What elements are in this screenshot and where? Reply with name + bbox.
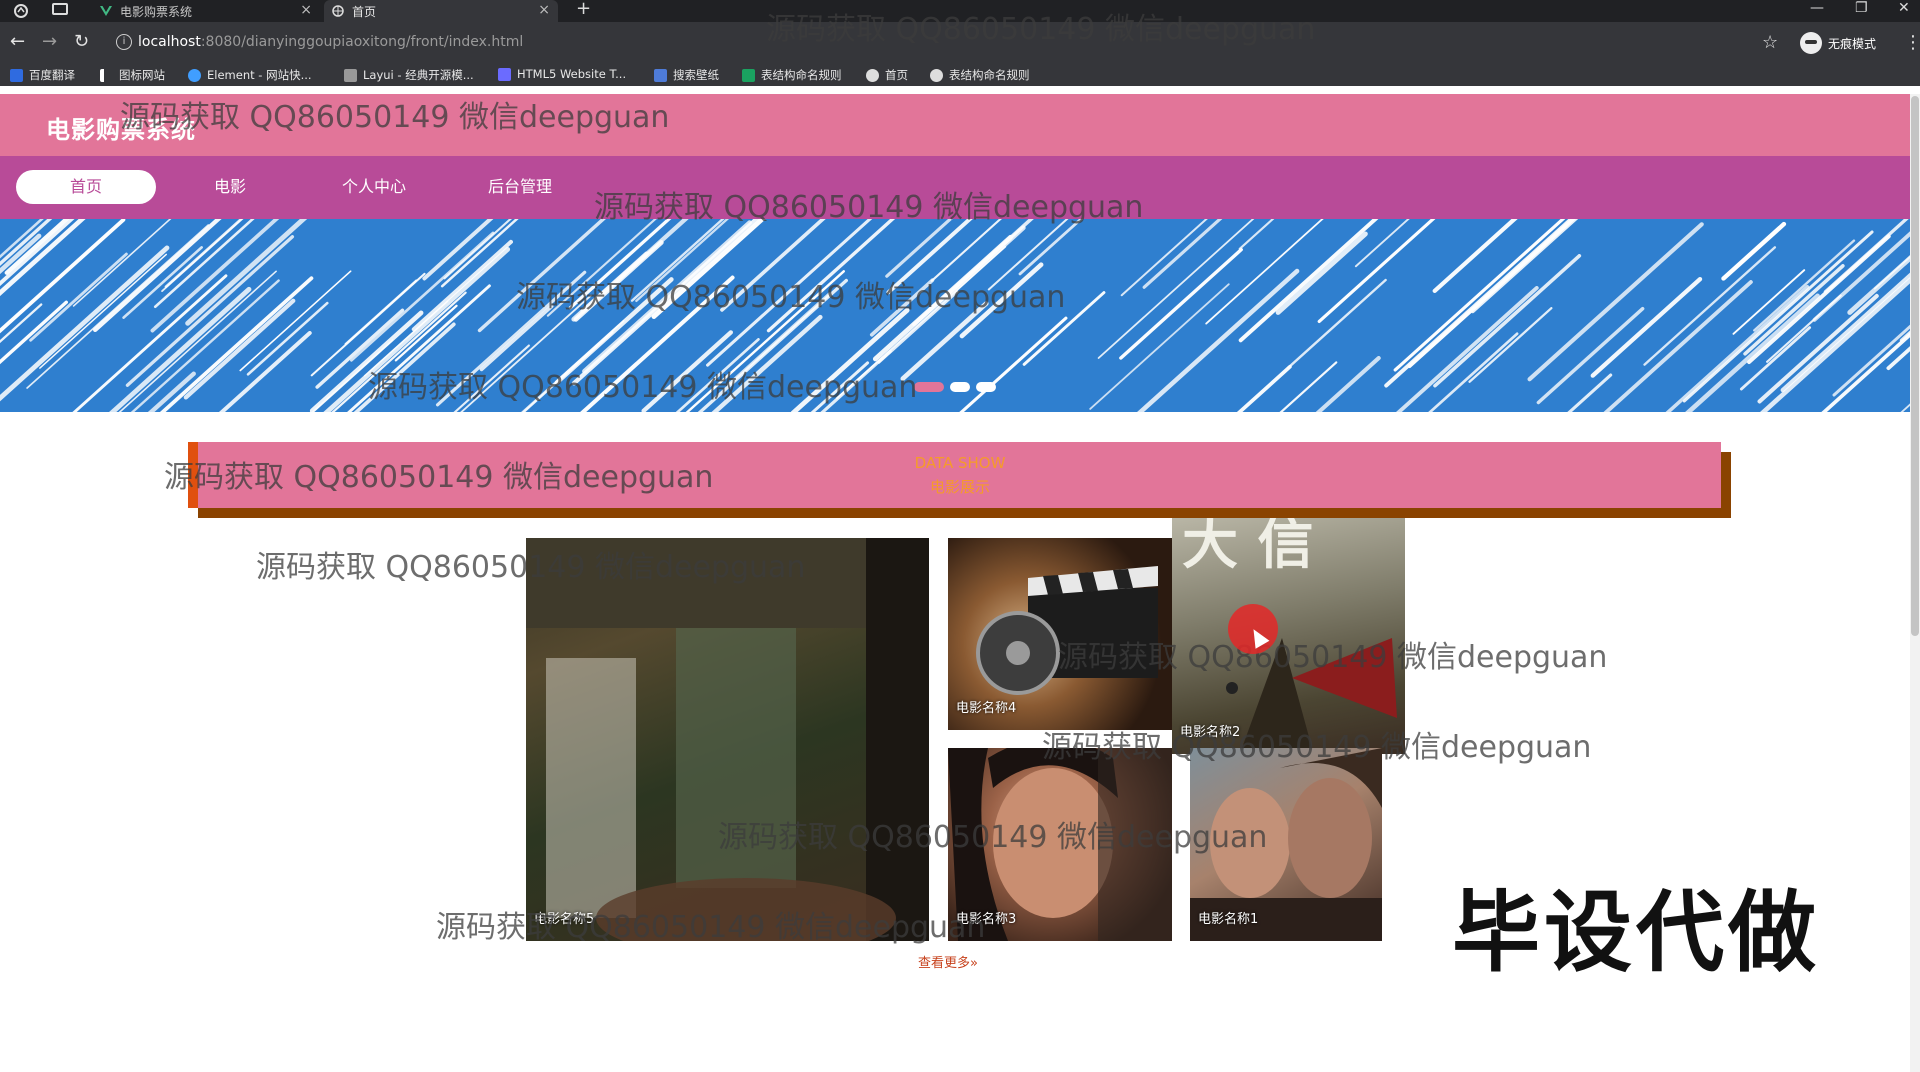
bookmark-star-icon[interactable]: ☆ xyxy=(1762,32,1778,53)
carousel-dot-3[interactable] xyxy=(976,382,996,392)
browser-tab-strip: 电影购票系统 × 首页 × + — ❐ ✕ xyxy=(0,0,1920,22)
tab-search-icon[interactable] xyxy=(14,3,28,22)
globe-icon xyxy=(332,5,344,17)
bookmark-item[interactable]: 表结构命名规则 xyxy=(930,67,1030,83)
movie-card-3[interactable]: 电影名称3 xyxy=(948,748,1172,941)
reload-icon[interactable]: ↻ xyxy=(74,32,89,52)
bookmark-item[interactable]: 搜索壁纸 xyxy=(654,67,719,83)
bookmark-item[interactable]: 百度翻译 xyxy=(10,67,75,83)
movie-poster-2: 大 信 xyxy=(1182,518,1397,748)
movie-name-4: 电影名称4 xyxy=(956,701,1017,716)
site-info-icon[interactable]: i xyxy=(116,34,132,50)
globe-icon xyxy=(930,68,943,82)
browser-toolbar: ← → ↻ i localhost:8080/dianyinggoupiaoxi… xyxy=(0,22,1920,64)
page: 电影购票系统 × 首页 × + — ❐ ✕ ← → ↻ i localhost:… xyxy=(0,0,1920,1072)
bookmark-label: 首页 xyxy=(885,68,908,82)
bookmark-label: 搜索壁纸 xyxy=(673,68,719,82)
movie-card-4[interactable]: 电影名称4 xyxy=(948,538,1172,730)
bookmark-label: 图标网站 xyxy=(119,68,165,82)
bookmark-label: 表结构命名规则 xyxy=(949,68,1030,82)
forward-icon[interactable]: → xyxy=(42,32,57,52)
incognito-label: 无痕模式 xyxy=(1828,36,1877,51)
movie-poster-5 xyxy=(526,538,929,941)
movie-name-3: 电影名称3 xyxy=(956,912,1017,927)
svg-text:大 信: 大 信 xyxy=(1182,518,1314,577)
address-bar[interactable]: localhost:8080/dianyinggoupiaoxitong/fro… xyxy=(138,34,523,50)
menu-kebab-icon[interactable]: ⋮ xyxy=(1904,32,1920,53)
promo-overlay-text: 毕设代做 xyxy=(1452,881,1821,984)
html5-icon xyxy=(498,67,511,81)
tab-folder-icon[interactable] xyxy=(52,3,68,15)
translate-icon xyxy=(10,68,23,82)
bookmarks-bar: 百度翻译 图标网站 Element - 网站快... Layui - 经典开源模… xyxy=(0,64,1920,86)
carousel-dot-1[interactable] xyxy=(914,382,944,392)
layui-icon xyxy=(344,68,357,82)
url-path: :8080/dianyinggoupiaoxitong/front/index.… xyxy=(200,34,524,50)
nav-item-movies[interactable]: 电影 xyxy=(160,170,300,204)
bookmark-item[interactable]: Element - 网站快... xyxy=(188,67,312,83)
browser-tab-1-title: 电影购票系统 xyxy=(120,4,193,19)
movie-card-2[interactable]: 大 信 电影名称2 xyxy=(1172,518,1405,754)
restore-icon[interactable]: ❐ xyxy=(1855,0,1868,16)
bookmark-item[interactable]: Layui - 经典开源模... xyxy=(344,67,474,83)
new-tab-icon[interactable]: + xyxy=(576,0,591,18)
section-title-en: DATA SHOW xyxy=(914,454,1006,472)
bookmark-label: Layui - 经典开源模... xyxy=(363,68,474,82)
close-icon[interactable]: × xyxy=(300,2,312,18)
bookmark-item[interactable]: HTML5 Website T... xyxy=(498,67,626,81)
wallpaper-icon xyxy=(654,68,667,82)
flag-icon xyxy=(100,68,113,82)
close-window-icon[interactable]: ✕ xyxy=(1898,0,1910,16)
close-icon[interactable]: × xyxy=(538,2,550,18)
incognito-indicator[interactable]: 无痕模式 xyxy=(1800,32,1876,54)
section-title-cn: 电影展示 xyxy=(929,478,991,496)
back-icon[interactable]: ← xyxy=(10,32,25,52)
nav-item-home[interactable]: 首页 xyxy=(16,170,156,204)
bookmark-label: 百度翻译 xyxy=(29,68,75,82)
bookmark-item[interactable]: 首页 xyxy=(866,67,908,83)
url-host: localhost xyxy=(138,34,201,50)
vue-logo-icon xyxy=(100,5,112,17)
section-header xyxy=(188,442,1721,508)
site-header xyxy=(0,94,1910,156)
browser-tab-2-title: 首页 xyxy=(352,4,377,19)
sheet-icon xyxy=(742,68,755,82)
movie-card-1[interactable]: 电影名称1 xyxy=(1190,748,1382,941)
view-more-link[interactable]: 查看更多» xyxy=(918,952,978,971)
scrollbar-thumb[interactable] xyxy=(1911,96,1919,636)
movie-name-2: 电影名称2 xyxy=(1180,725,1241,740)
movie-name-1: 电影名称1 xyxy=(1198,912,1259,927)
bookmark-label: 表结构命名规则 xyxy=(761,68,842,82)
bookmark-label: Element - 网站快... xyxy=(207,68,312,82)
nav-item-profile[interactable]: 个人中心 xyxy=(304,170,444,204)
browser-tab-1[interactable]: 电影购票系统 × xyxy=(92,0,320,22)
element-icon xyxy=(188,68,201,82)
nav-item-admin[interactable]: 后台管理 xyxy=(448,170,592,204)
globe-icon xyxy=(866,68,879,82)
movie-name-5: 电影名称5 xyxy=(534,912,595,927)
bookmark-label: HTML5 Website T... xyxy=(517,67,627,81)
carousel-dot-2[interactable] xyxy=(950,382,970,392)
movie-card-5[interactable]: 电影名称5 xyxy=(526,538,929,941)
browser-tab-2[interactable]: 首页 × xyxy=(324,0,558,22)
incognito-icon xyxy=(1800,32,1822,54)
bookmark-item[interactable]: 表结构命名规则 xyxy=(742,67,842,83)
bookmark-item[interactable]: 图标网站 xyxy=(100,67,165,83)
minimize-icon[interactable]: — xyxy=(1810,0,1824,16)
site-title[interactable]: 电影购票系统 xyxy=(46,110,196,145)
